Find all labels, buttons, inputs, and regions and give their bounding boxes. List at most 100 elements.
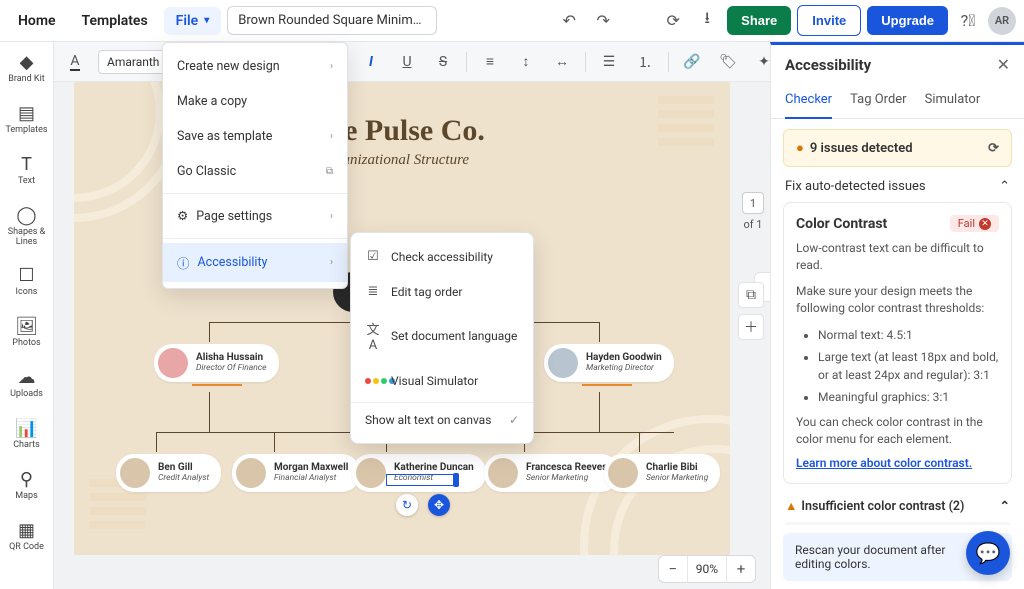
text-color-icon[interactable]: A xyxy=(62,49,88,75)
strikethrough-button[interactable]: S xyxy=(430,49,456,75)
user-avatar[interactable]: AR xyxy=(988,7,1016,35)
document-title-input[interactable]: Brown Rounded Square Minimalist... xyxy=(227,6,437,35)
templates-link[interactable]: Templates xyxy=(72,7,158,35)
italic-button[interactable]: I xyxy=(358,49,384,75)
align-button[interactable]: ≡ xyxy=(477,49,503,75)
refresh-action-icon[interactable]: ↻ xyxy=(396,494,418,516)
undo-button[interactable]: ↶ xyxy=(555,7,583,35)
file-save-template[interactable]: Save as template› xyxy=(163,119,347,154)
sync-icon[interactable]: ⟳ xyxy=(659,7,687,35)
submenu-show-alt-text[interactable]: Show alt text on canvas✓ xyxy=(351,402,533,437)
org-line xyxy=(209,322,210,342)
sidebar-brand-kit[interactable]: ◆Brand Kit xyxy=(6,48,46,89)
org-line xyxy=(156,432,157,452)
submenu-edit-tag-order[interactable]: ≣Edit tag order xyxy=(351,274,533,309)
zoom-value[interactable]: 90% xyxy=(687,556,727,582)
share-button[interactable]: Share xyxy=(727,6,791,35)
avatar xyxy=(608,458,638,488)
external-icon: ⧉ xyxy=(326,166,333,177)
cc-threshold-item: Meaningful graphics: 3:1 xyxy=(818,388,999,406)
org-line xyxy=(599,322,600,342)
warning-icon: ● xyxy=(796,141,804,156)
file-make-copy[interactable]: Make a copy xyxy=(163,84,347,119)
org-line xyxy=(524,432,674,433)
accessibility-icon: ⓘ xyxy=(177,253,190,272)
sidebar-photos[interactable]: 🖼Photos xyxy=(10,312,42,353)
sub-issue-header[interactable]: ▲Insufficient color contrast (2) ⌃ xyxy=(783,484,1012,522)
download-icon[interactable]: ⭳ xyxy=(693,7,721,35)
shapes-icon: ◯ xyxy=(16,205,36,226)
templates-icon: ▤ xyxy=(18,103,35,124)
numbered-list-button[interactable]: ⒈ xyxy=(632,49,658,75)
add-page-button[interactable]: ＋ xyxy=(738,314,764,340)
visual-simulator-icon xyxy=(365,373,381,388)
color-contrast-title: Color Contrast xyxy=(796,216,887,232)
refresh-issues-button[interactable]: ⟳ xyxy=(988,141,999,156)
sidebar-shapes[interactable]: ◯Shapes & Lines xyxy=(0,201,53,252)
learn-more-link[interactable]: Learn more about color contrast. xyxy=(796,456,972,470)
file-create-new[interactable]: Create new design› xyxy=(163,49,347,84)
file-page-settings[interactable]: ⚙Page settings› xyxy=(163,198,347,234)
submenu-check-accessibility[interactable]: ☑Check accessibility xyxy=(351,239,533,274)
sidebar-charts[interactable]: 📊Charts xyxy=(11,414,42,455)
chat-fab[interactable]: 💬 xyxy=(966,531,1010,575)
sidebar-templates[interactable]: ▤Templates xyxy=(3,99,49,140)
page-indicator: 1 of 1 xyxy=(742,192,764,231)
fail-icon: ✕ xyxy=(979,218,991,230)
file-go-classic[interactable]: Go Classic⧉ xyxy=(163,154,347,189)
invite-button[interactable]: Invite xyxy=(797,5,861,36)
sidebar-text[interactable]: TText xyxy=(16,150,37,191)
tag-button[interactable]: 🏷 xyxy=(715,49,741,75)
line-height-button[interactable]: ↕ xyxy=(513,49,539,75)
org-card[interactable]: Morgan MaxwellFinancial Analyst xyxy=(232,454,360,492)
org-line xyxy=(599,392,600,432)
tab-tag-order[interactable]: Tag Order xyxy=(850,84,907,118)
org-line xyxy=(274,432,275,452)
org-card[interactable]: Ben GillCredit Analyst xyxy=(116,454,221,492)
selection-rect[interactable] xyxy=(386,474,456,486)
submenu-set-language[interactable]: 文ASet document language xyxy=(351,309,533,363)
issue-item[interactable]: 🖼Icon: Missing alt text xyxy=(783,522,1012,525)
move-action-icon[interactable]: ✥ xyxy=(428,494,450,516)
sidebar-maps[interactable]: ⚲Maps xyxy=(13,465,39,506)
org-card[interactable]: Hayden GoodwinMarketing Director xyxy=(544,344,674,382)
bullet-list-button[interactable]: ☰ xyxy=(596,49,622,75)
file-accessibility[interactable]: ⓘAccessibility› xyxy=(163,243,347,282)
org-card[interactable]: Charlie BibiSenior Marketing xyxy=(604,454,720,492)
cc-threshold-item: Normal text: 4.5:1 xyxy=(818,326,999,344)
resize-handle[interactable] xyxy=(453,473,459,487)
sidebar-icons[interactable]: ☐Icons xyxy=(14,261,40,302)
gear-icon: ⚙ xyxy=(177,208,188,224)
link-button[interactable]: 🔗 xyxy=(679,49,705,75)
copy-page-button[interactable]: ⧉ xyxy=(738,282,764,308)
tab-simulator[interactable]: Simulator xyxy=(925,84,981,118)
sidebar-uploads[interactable]: ☁Uploads xyxy=(8,363,45,404)
close-button[interactable]: ✕ xyxy=(997,55,1010,74)
home-link[interactable]: Home xyxy=(8,7,66,35)
file-menu-button[interactable]: File ▾ xyxy=(164,7,222,35)
tab-checker[interactable]: Checker xyxy=(785,84,832,119)
zoom-in-button[interactable]: + xyxy=(727,556,755,582)
language-icon: 文A xyxy=(365,319,381,353)
sidebar-qrcode[interactable]: ▦QR Code xyxy=(7,516,46,557)
help-icon[interactable]: ?⃝ xyxy=(954,7,982,35)
zoom-control: − 90% + xyxy=(658,555,756,583)
photos-icon: 🖼 xyxy=(15,316,38,337)
upgrade-button[interactable]: Upgrade xyxy=(867,6,948,35)
underline-button[interactable]: U xyxy=(394,49,420,75)
accent-underline xyxy=(582,384,632,386)
chevron-right-icon: › xyxy=(330,61,333,72)
cc-paragraph: Low-contrast text can be difficult to re… xyxy=(796,240,999,275)
page-number[interactable]: 1 xyxy=(742,192,764,214)
redo-button[interactable]: ↷ xyxy=(589,7,617,35)
org-card[interactable]: Katherine DuncanEconomist xyxy=(352,454,486,492)
letter-spacing-button[interactable]: ↔ xyxy=(549,49,575,75)
avatar xyxy=(236,458,266,488)
accessibility-panel: Accessibility ✕ Checker Tag Order Simula… xyxy=(770,42,1024,589)
zoom-out-button[interactable]: − xyxy=(659,556,687,582)
org-card[interactable]: Alisha HussainDirector Of Finance xyxy=(154,344,279,382)
accessibility-submenu: ☑Check accessibility ≣Edit tag order 文AS… xyxy=(350,232,534,444)
org-card[interactable]: Francesca ReevesSenior Marketing xyxy=(484,454,619,492)
submenu-visual-simulator[interactable]: Visual Simulator xyxy=(351,363,533,398)
fix-issues-header[interactable]: Fix auto-detected issues ⌃ xyxy=(783,167,1012,202)
